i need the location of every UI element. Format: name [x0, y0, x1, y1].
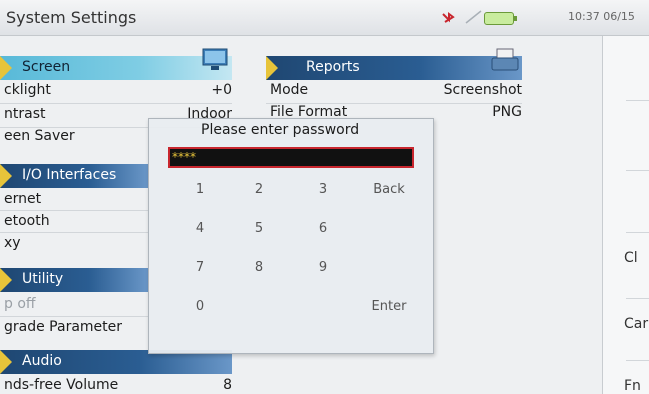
- side-separator: [626, 232, 649, 233]
- io-panel-header: I/O Interfaces: [0, 164, 148, 188]
- side-separator: [626, 360, 649, 361]
- row-divider: [0, 232, 148, 233]
- key-9[interactable]: 9: [297, 253, 349, 283]
- utility-panel-header: Utility: [0, 268, 148, 292]
- monitor-icon: [202, 48, 228, 70]
- screen-panel-header: Screen: [0, 56, 232, 80]
- list-item-screen-saver[interactable]: een Saver: [4, 128, 144, 148]
- key-6[interactable]: 6: [297, 214, 349, 244]
- clock: 10:37 06/15: [568, 10, 635, 23]
- key-0[interactable]: 0: [174, 292, 226, 322]
- list-item-mode[interactable]: Mode Screenshot: [270, 82, 522, 102]
- section-marker: [266, 56, 278, 80]
- reports-panel-header: Reports: [266, 56, 522, 80]
- row-divider: [0, 316, 148, 317]
- key-enter[interactable]: Enter: [363, 292, 415, 322]
- printer-icon: [491, 48, 519, 71]
- side-button-clear[interactable]: Cl: [624, 250, 649, 266]
- side-button-cancel[interactable]: Car: [624, 316, 649, 332]
- side-separator: [626, 298, 649, 299]
- list-item-handsfree-volume[interactable]: nds-free Volume 8: [4, 377, 232, 394]
- section-marker: [0, 268, 12, 292]
- list-item-upgrade-parameter[interactable]: grade Parameter: [4, 319, 148, 339]
- side-button-column: [602, 36, 649, 394]
- key-4[interactable]: 4: [174, 214, 226, 244]
- side-button-fn[interactable]: Fn: [624, 378, 649, 394]
- side-separator: [626, 170, 649, 171]
- section-marker: [0, 56, 12, 80]
- list-item-bluetooth[interactable]: etooth: [4, 213, 144, 233]
- window-title: System Settings: [6, 8, 137, 27]
- key-2[interactable]: 2: [233, 175, 285, 205]
- row-divider: [0, 210, 148, 211]
- key-1[interactable]: 1: [174, 175, 226, 205]
- list-item-proxy[interactable]: xy: [4, 235, 144, 255]
- key-8[interactable]: 8: [233, 253, 285, 283]
- list-item-backlight[interactable]: cklight +0: [4, 82, 232, 102]
- key-back[interactable]: Back: [363, 175, 415, 205]
- dialog-title: Please enter password: [201, 122, 360, 138]
- title-bar: System Settings 10:37 06/15: [0, 0, 649, 36]
- list-item-ethernet[interactable]: ernet: [4, 191, 144, 211]
- section-marker: [0, 350, 12, 374]
- key-3[interactable]: 3: [297, 175, 349, 205]
- side-separator: [626, 100, 649, 101]
- password-field[interactable]: ****: [168, 147, 414, 168]
- wifi-icon: [465, 10, 482, 24]
- key-5[interactable]: 5: [233, 214, 285, 244]
- password-dialog: Please enter password **** 1 2 3 Back 4 …: [148, 118, 434, 354]
- battery-icon: [484, 12, 517, 25]
- key-7[interactable]: 7: [174, 253, 226, 283]
- bluetooth-icon: [442, 12, 455, 23]
- row-divider: [0, 103, 232, 104]
- section-marker: [0, 164, 12, 188]
- list-item-power-off[interactable]: p off: [4, 296, 144, 316]
